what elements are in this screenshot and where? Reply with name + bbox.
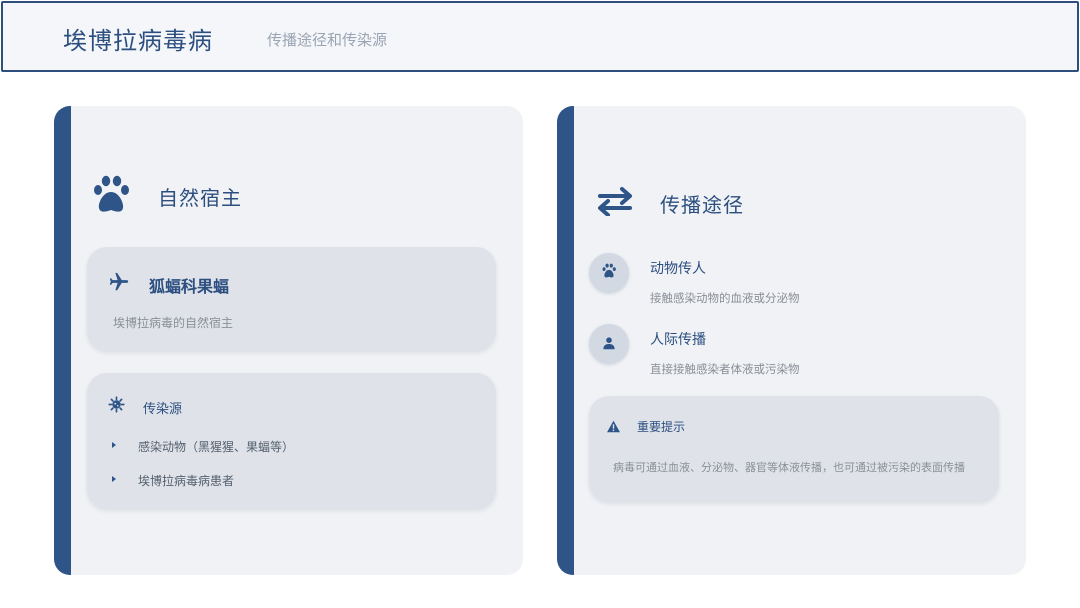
panel-accent-bar (557, 106, 574, 575)
section-title-transmission: 传播途径 (660, 193, 744, 217)
page-title: 埃博拉病毒病 (63, 27, 213, 55)
route-title: 人际传播 (650, 332, 706, 348)
host-name: 狐蝠科果蝠 (149, 277, 230, 296)
natural-host-panel: 自然宿主 狐蝠科果蝠 埃博拉病毒的自然宿主 传染源 感染动物（黑猩猩、果蝠等） … (54, 106, 523, 575)
bullet-icon (112, 476, 116, 482)
list-item: 感染动物（黑猩猩、果蝠等） (138, 440, 295, 454)
plane-icon (108, 271, 130, 297)
route-title: 动物传人 (650, 261, 706, 277)
paw-icon (90, 174, 132, 220)
list-item: 埃博拉病毒病患者 (138, 474, 235, 488)
infection-source-title: 传染源 (143, 402, 183, 417)
virus-icon (108, 396, 125, 417)
host-card: 狐蝠科果蝠 埃博拉病毒的自然宿主 (87, 247, 496, 351)
route-description: 直接接触感染者体液或污染物 (650, 362, 800, 376)
header-bar: 埃博拉病毒病 传播途径和传染源 (1, 1, 1079, 72)
warning-icon (606, 418, 621, 437)
route-icon-circle (589, 253, 629, 293)
section-title-natural-host: 自然宿主 (158, 186, 242, 210)
exchange-arrows-icon (596, 186, 634, 220)
host-description: 埃博拉病毒的自然宿主 (113, 316, 234, 330)
person-icon (602, 335, 616, 354)
note-title: 重要提示 (637, 420, 686, 434)
important-note-card: 重要提示 病毒可通过血液、分泌物、器官等体液传播，也可通过被污染的表面传播 (589, 396, 999, 502)
paw-icon (601, 263, 617, 283)
transmission-route-panel: 传播途径 动物传人 接触感染动物的血液或分泌物 人际传播 直接接触感染者体液或污… (557, 106, 1026, 575)
bullet-icon (112, 442, 116, 448)
route-icon-circle (589, 324, 629, 364)
note-text: 病毒可通过血液、分泌物、器官等体液传播，也可通过被污染的表面传播 (613, 461, 965, 474)
route-description: 接触感染动物的血液或分泌物 (650, 291, 800, 305)
page-subtitle: 传播途径和传染源 (267, 31, 388, 49)
infection-source-card: 传染源 感染动物（黑猩猩、果蝠等） 埃博拉病毒病患者 (87, 373, 496, 509)
panel-accent-bar (54, 106, 71, 575)
